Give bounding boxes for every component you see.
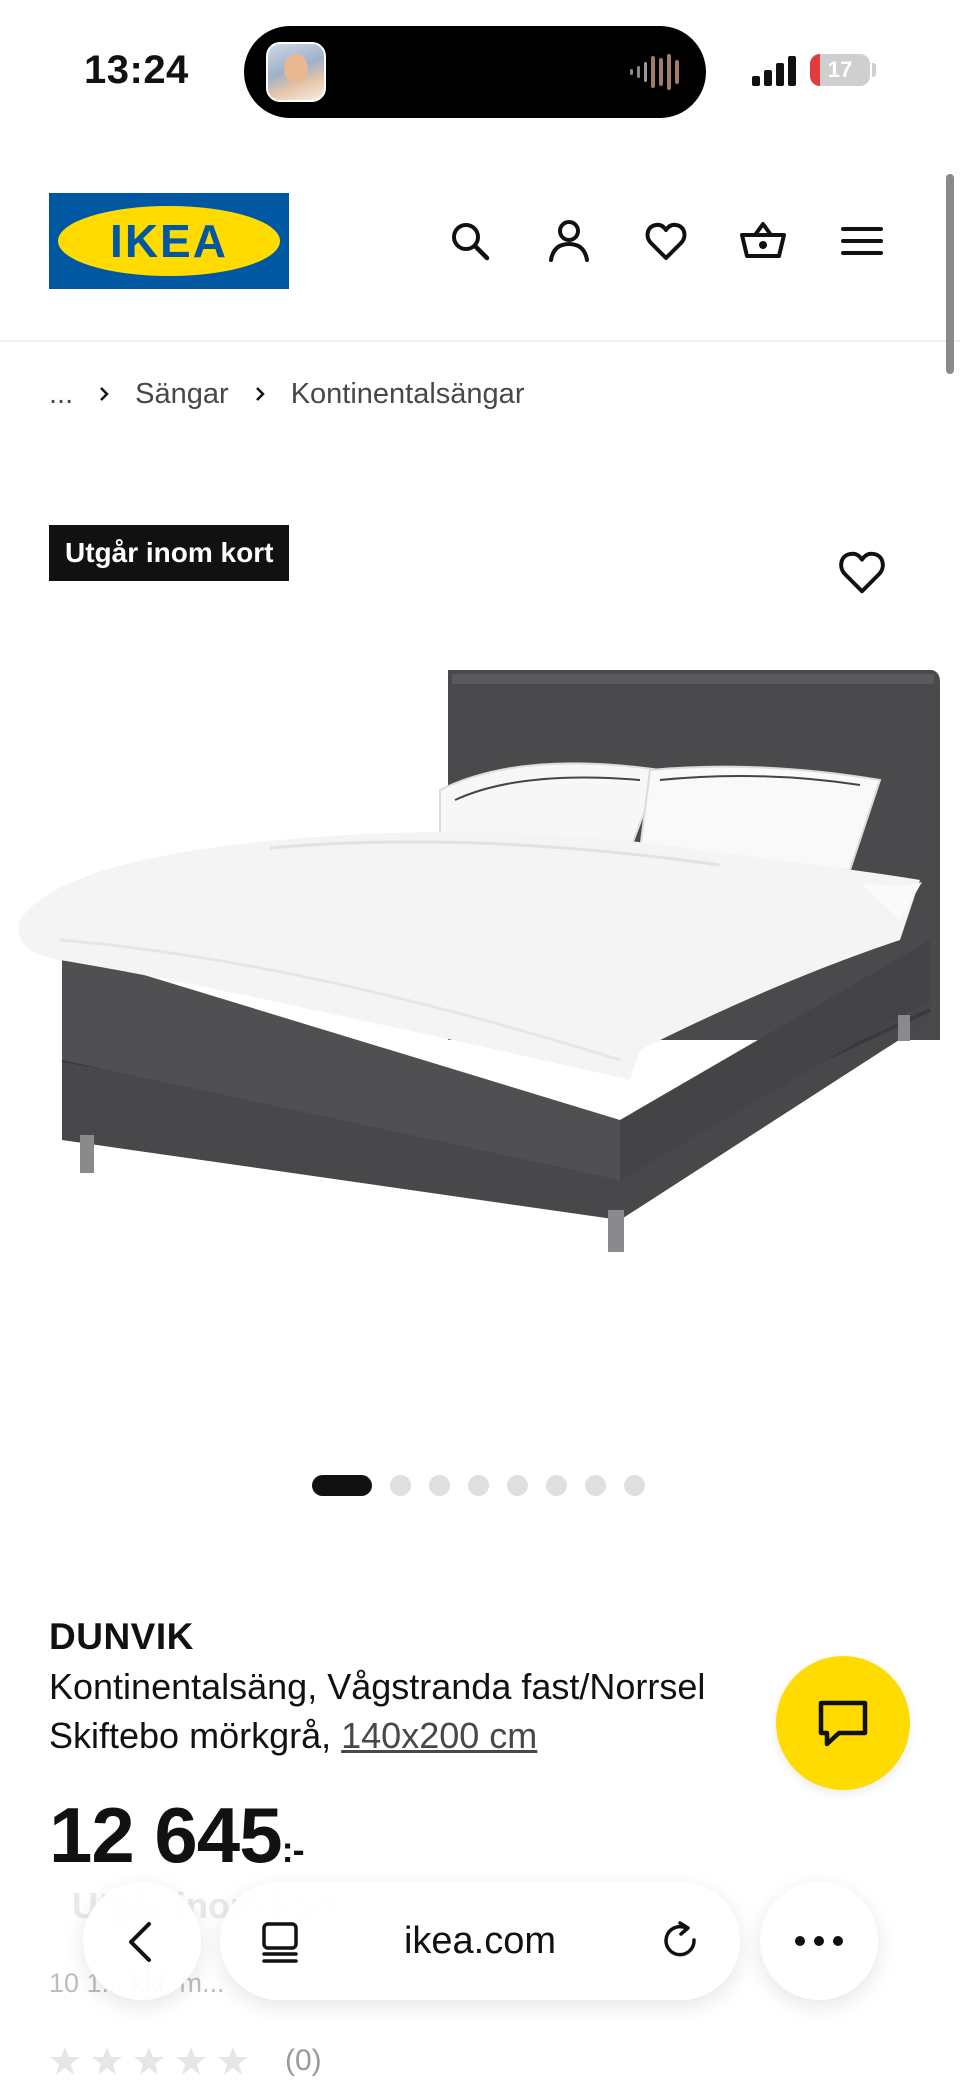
signal-icon	[752, 56, 796, 86]
site-header: IKEA ®	[0, 130, 960, 342]
product-name: DUNVIK	[49, 1616, 194, 1657]
star-icon	[218, 2047, 248, 2075]
reload-icon[interactable]	[660, 1920, 702, 1962]
audio-waveform-icon	[630, 54, 679, 90]
menu-icon[interactable]	[839, 218, 885, 264]
carousel-dot-active[interactable]	[312, 1474, 372, 1496]
favorite-heart-icon[interactable]	[836, 546, 888, 598]
search-icon[interactable]	[447, 218, 493, 264]
more-icon	[795, 1936, 843, 1946]
price-suffix: :-	[281, 1829, 305, 1870]
carousel-dot[interactable]	[390, 1474, 411, 1496]
product-page: 13:24 17 IKEA ® ... Sängar Kontinentalsä…	[0, 0, 960, 2081]
basket-icon[interactable]	[740, 218, 786, 264]
ikea-logo[interactable]: IKEA ®	[49, 193, 289, 289]
carousel-dot[interactable]	[429, 1474, 450, 1496]
breadcrumb: ... Sängar Kontinentalsängar	[49, 374, 524, 414]
product-image[interactable]	[0, 620, 960, 1320]
logo-oval: IKEA	[58, 206, 280, 276]
heart-icon[interactable]	[643, 218, 689, 264]
product-description-line1: Kontinentalsäng, Vågstranda fast/Norrsel	[49, 1666, 706, 1707]
carousel-dot[interactable]	[585, 1474, 606, 1496]
status-time: 13:24	[84, 48, 189, 92]
back-button[interactable]	[83, 1882, 201, 2000]
price-value: 12 645	[49, 1791, 283, 1879]
star-icon	[176, 2047, 206, 2075]
logo-text: IKEA	[110, 215, 228, 267]
product-size-link[interactable]: 140x200 cm	[341, 1715, 537, 1756]
avatar	[266, 42, 326, 102]
breadcrumb-item[interactable]: Kontinentalsängar	[291, 378, 525, 411]
star-icon	[50, 2047, 80, 2075]
carousel-dot[interactable]	[468, 1474, 489, 1496]
product-price: 12 645:-	[49, 1790, 305, 1881]
carousel-dot[interactable]	[546, 1474, 567, 1496]
battery-cap	[872, 63, 876, 77]
battery-level: 17	[827, 57, 853, 82]
breadcrumb-item[interactable]: Sängar	[135, 378, 229, 411]
user-icon[interactable]	[546, 218, 592, 264]
star-icon	[134, 2047, 164, 2075]
dynamic-island[interactable]	[244, 26, 706, 118]
rating[interactable]: (0)	[49, 2044, 322, 2078]
carousel-dot[interactable]	[624, 1474, 645, 1496]
chevron-right-icon	[100, 387, 109, 401]
address-bar[interactable]: ikea.com	[220, 1882, 740, 2000]
browser-toolbar: ikea.com	[0, 1870, 960, 2010]
chat-button[interactable]	[776, 1656, 910, 1790]
chat-bubble-icon	[818, 1700, 868, 1747]
more-button[interactable]	[760, 1882, 878, 2000]
breadcrumb-item[interactable]: ...	[49, 378, 73, 411]
status-bar: 13:24 17	[0, 0, 960, 130]
battery-icon: 17	[810, 54, 870, 86]
carousel-dot[interactable]	[507, 1474, 528, 1496]
registered-mark-icon: ®	[272, 207, 279, 217]
rating-count: (0)	[285, 2044, 322, 2077]
back-icon	[129, 1922, 151, 1962]
chevron-right-icon	[255, 387, 265, 401]
product-description-line2: Skiftebo mörkgrå,	[49, 1715, 332, 1756]
page-scrollbar[interactable]	[946, 174, 954, 374]
status-badge: Utgår inom kort	[49, 525, 290, 581]
star-icon	[92, 2047, 122, 2075]
product-description: Kontinentalsäng, Vågstranda fast/Norrsel…	[49, 1662, 809, 1760]
image-carousel-dots[interactable]	[312, 1474, 645, 1496]
